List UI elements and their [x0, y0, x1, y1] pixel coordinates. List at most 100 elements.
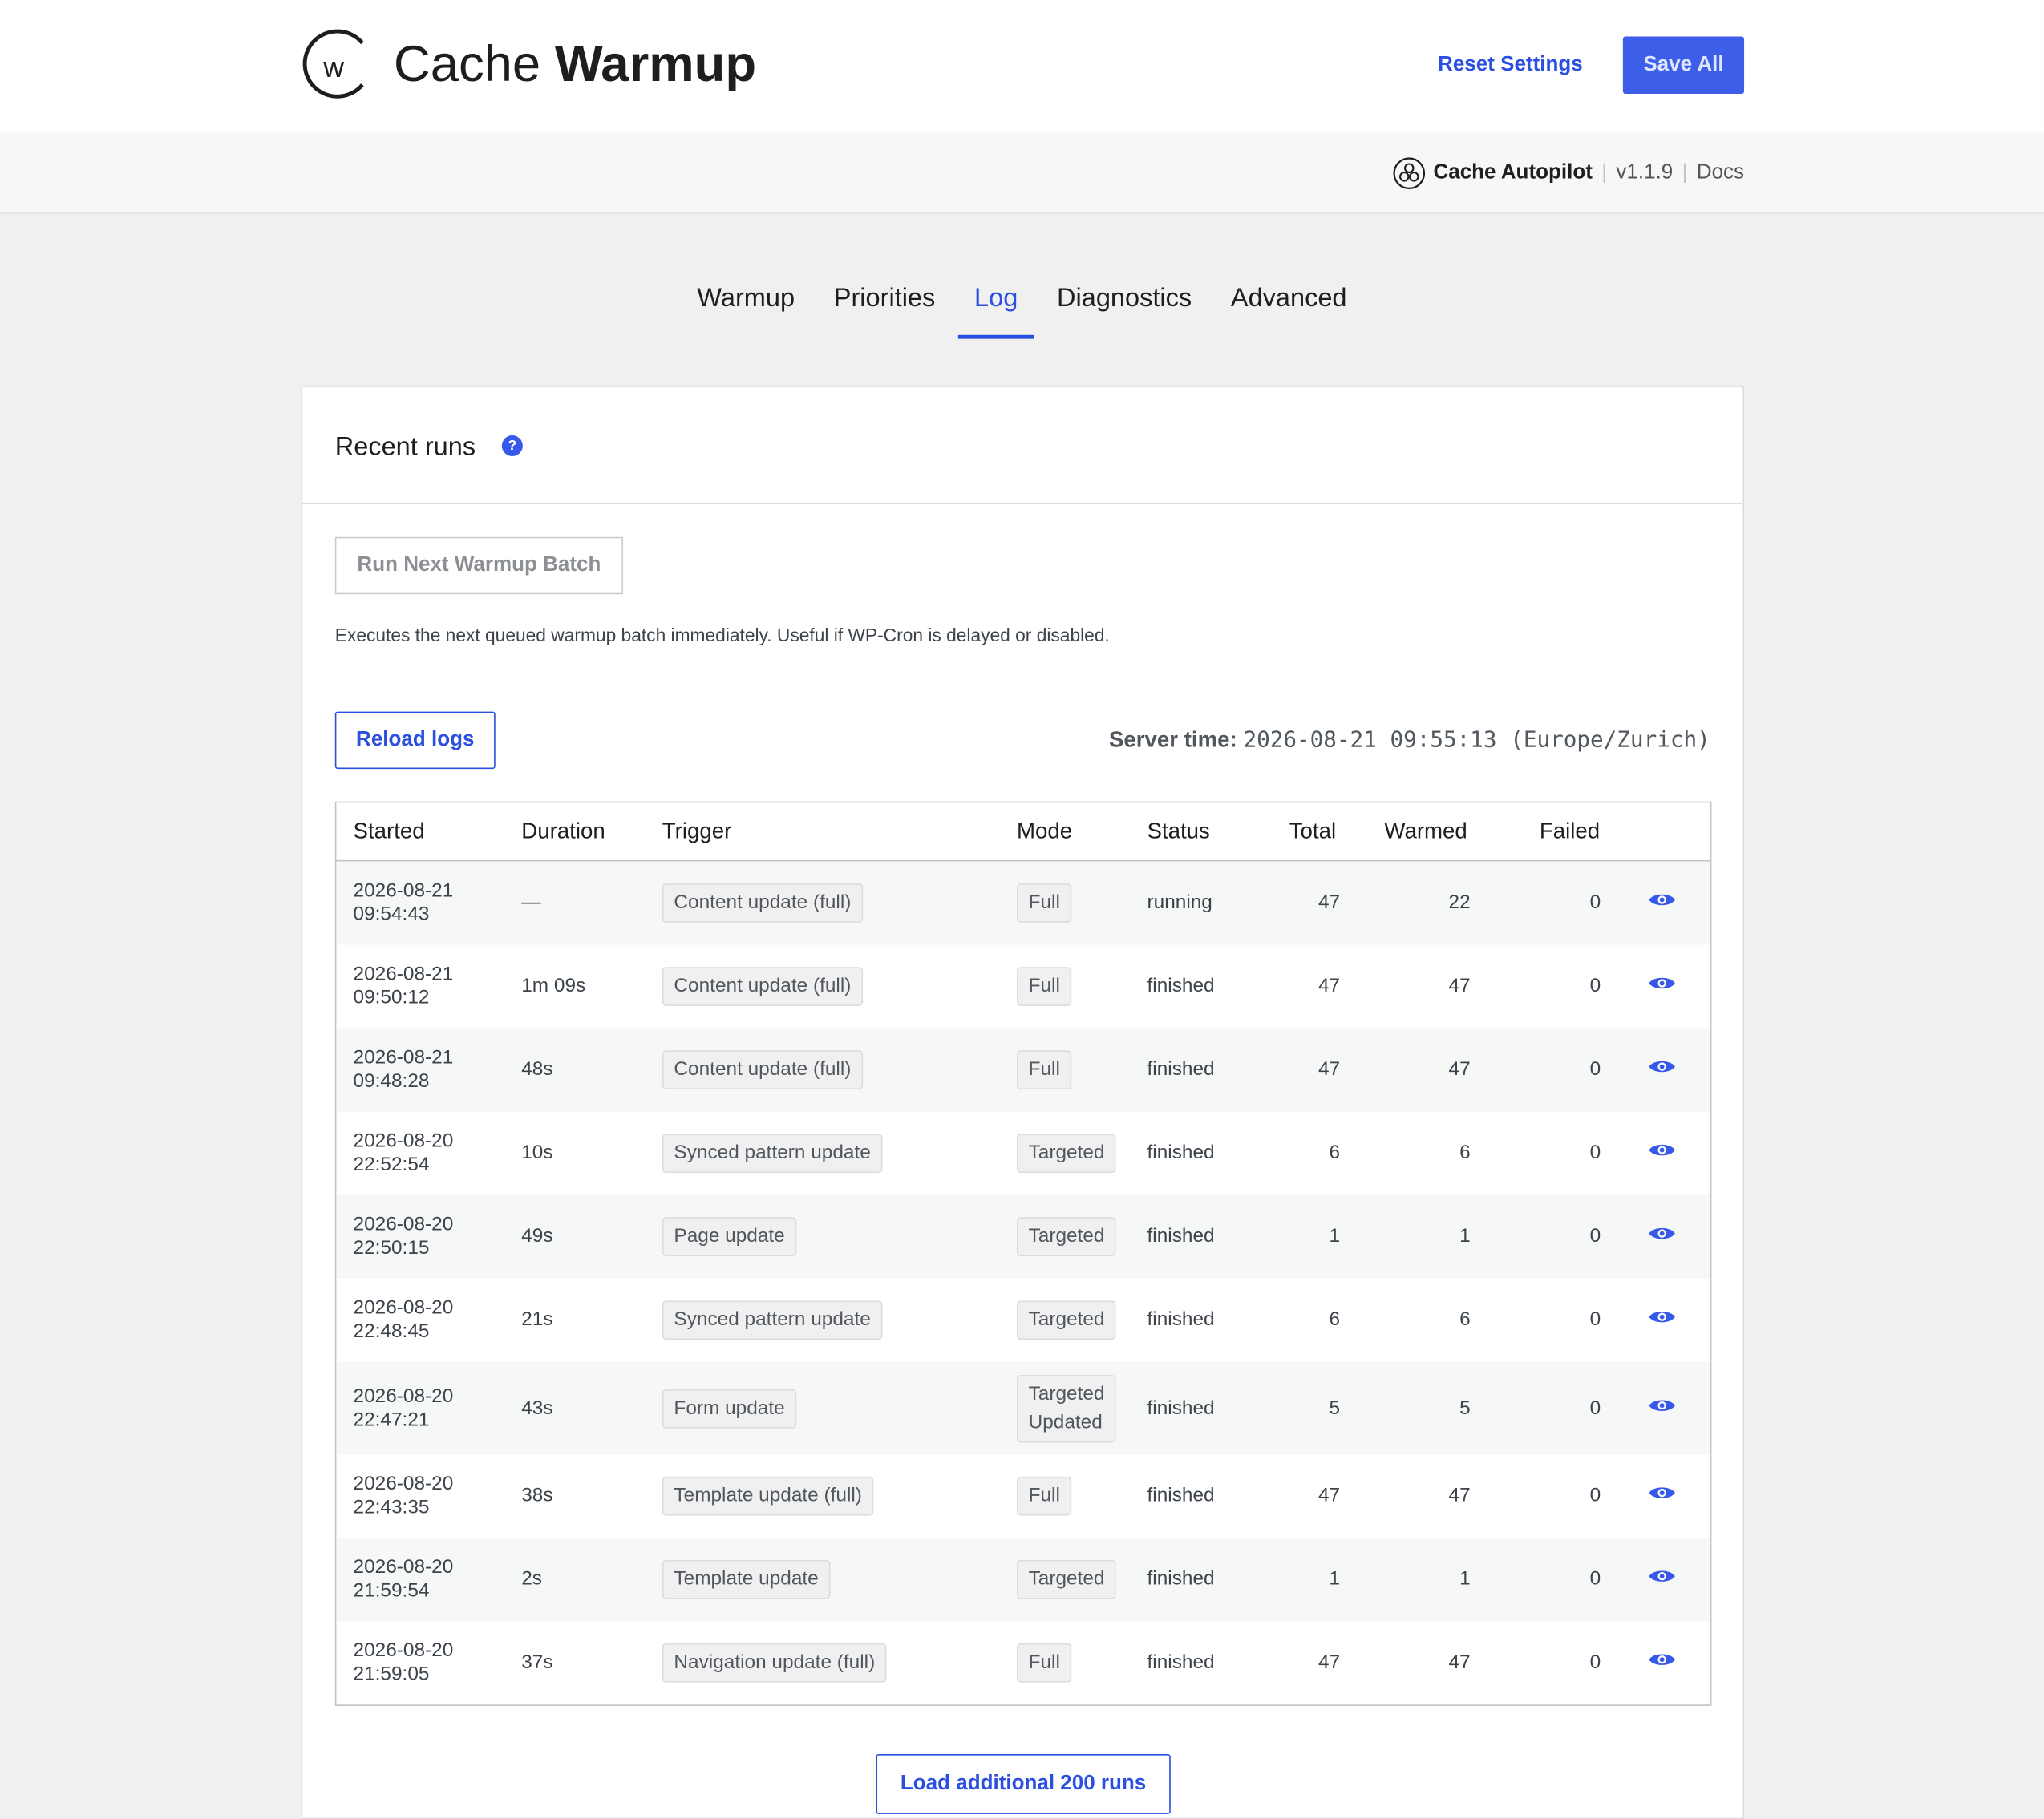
trigger-badge: Navigation update (full) [662, 1643, 887, 1683]
total-cell: 47 [1317, 1651, 1341, 1674]
trigger-cell: Synced pattern update [662, 1134, 883, 1174]
eye-icon[interactable] [1648, 1484, 1677, 1502]
autopilot-name[interactable]: Cache Autopilot [1433, 154, 1592, 193]
table-row: 2026-08-20 22:52:54 10s Synced pattern upda… [336, 1112, 1710, 1195]
duration-cell: 37s [521, 1651, 553, 1674]
tab-log[interactable]: Log [958, 273, 1034, 339]
tab-diagnostics[interactable]: Diagnostics [1042, 273, 1208, 331]
load-more-button[interactable]: Load additional 200 runs [876, 1754, 1171, 1814]
run-next-batch-button[interactable]: Run Next Warmup Batch [334, 536, 624, 595]
started-date: 2026-08-20 [353, 1130, 454, 1153]
table-row: 2026-08-21 09:48:28 48s Content update (ful… [336, 1028, 1710, 1112]
save-all-button[interactable]: Save All [1622, 36, 1745, 95]
mode-badge: Full [1016, 883, 1072, 923]
brand-light: Cache [393, 36, 541, 93]
mode-line1: Targeted [1028, 1381, 1105, 1405]
table-row: 2026-08-20 22:47:21 43s Form update Targeted… [336, 1361, 1710, 1455]
started-date: 2026-08-20 [353, 1213, 454, 1236]
total-cell: 6 [1329, 1308, 1341, 1331]
eye-icon[interactable] [1648, 891, 1677, 909]
tab-priorities[interactable]: Priorities [818, 273, 950, 331]
mode-cell: Full [1016, 967, 1072, 1006]
mode-badge: Full [1016, 967, 1072, 1006]
trigger-cell: Form update [662, 1389, 797, 1428]
eye-icon[interactable] [1648, 1141, 1677, 1159]
view-run-cell[interactable] [1648, 891, 1677, 916]
tab-bar: Warmup Priorities Log Diagnostics Advanc… [0, 273, 2044, 339]
eye-icon[interactable] [1648, 1651, 1677, 1669]
trigger-badge: Content update (full) [662, 1050, 864, 1090]
card-header: Recent runs ? [302, 387, 1743, 505]
reload-logs-button[interactable]: Reload logs [334, 711, 496, 770]
started-cell: 2026-08-20 22:43:35 [354, 1473, 454, 1520]
view-run-cell[interactable] [1648, 1567, 1677, 1592]
mode-cell: Full [1016, 1476, 1072, 1516]
total-cell: 47 [1317, 891, 1341, 914]
duration-cell: — [521, 891, 541, 914]
view-run-cell[interactable] [1648, 1484, 1677, 1509]
view-run-cell[interactable] [1648, 1057, 1677, 1082]
separator: | [1682, 161, 1688, 184]
failed-cell: 0 [1589, 1396, 1601, 1419]
warmed-cell: 22 [1448, 891, 1471, 914]
view-run-cell[interactable] [1648, 1651, 1677, 1676]
view-run-cell[interactable] [1648, 1224, 1677, 1249]
view-run-cell[interactable] [1648, 1396, 1677, 1421]
table-row: 2026-08-20 21:59:05 37s Navigation update (… [336, 1621, 1710, 1704]
warmed-cell: 1 [1459, 1567, 1471, 1591]
failed-cell: 0 [1589, 974, 1601, 997]
eye-icon[interactable] [1648, 1396, 1677, 1414]
tab-warmup[interactable]: Warmup [682, 273, 811, 331]
view-run-cell[interactable] [1648, 1141, 1677, 1166]
total-cell: 6 [1329, 1142, 1341, 1164]
warmed-cell: 47 [1448, 1057, 1471, 1081]
trigger-badge: Template update (full) [662, 1476, 874, 1516]
autopilot-info: Cache Autopilot | v1.1.9 | Docs [1391, 154, 1744, 193]
table-body: 2026-08-21 09:54:43— Content update (full)… [336, 861, 1710, 1705]
status-cell: finished [1147, 1057, 1215, 1081]
started-time: 22:52:54 [353, 1153, 430, 1176]
started-cell: 2026-08-20 21:59:54 [354, 1556, 454, 1603]
trigger-badge: Form update [662, 1389, 797, 1428]
eye-icon[interactable] [1648, 1057, 1677, 1076]
status-cell: finished [1147, 1142, 1215, 1164]
trigger-badge: Template update [662, 1559, 831, 1599]
duration-cell: 1m 09s [521, 974, 586, 997]
failed-cell: 0 [1589, 1142, 1601, 1164]
col-failed: Failed [1539, 818, 1601, 843]
trigger-cell: Navigation update (full) [662, 1643, 887, 1683]
eye-icon[interactable] [1648, 1308, 1677, 1326]
col-total: Total [1289, 818, 1337, 843]
started-date: 2026-08-20 [353, 1472, 454, 1495]
view-run-cell[interactable] [1648, 974, 1677, 999]
mode-cell: Full [1016, 1050, 1072, 1090]
started-time: 22:48:45 [353, 1320, 430, 1343]
started-time: 22:50:15 [353, 1236, 430, 1259]
mode-cell: Full [1016, 1643, 1072, 1683]
started-date: 2026-08-20 [353, 1639, 454, 1662]
eye-icon[interactable] [1648, 1224, 1677, 1243]
table-row: 2026-08-20 22:43:35 38s Template update (fu… [336, 1454, 1710, 1538]
eye-icon[interactable] [1648, 1567, 1677, 1586]
started-date: 2026-08-21 [353, 1046, 454, 1069]
logo-letter: w [322, 51, 344, 83]
started-cell: 2026-08-20 22:48:45 [354, 1296, 454, 1344]
duration-cell: 49s [521, 1225, 553, 1247]
status-cell: finished [1147, 1396, 1215, 1419]
tab-advanced[interactable]: Advanced [1215, 273, 1362, 331]
started-cell: 2026-08-20 22:50:15 [354, 1213, 454, 1260]
recent-runs-card: Recent runs ? Run Next Warmup Batch Exec… [301, 386, 1745, 1819]
started-cell: 2026-08-20 21:59:05 [354, 1639, 454, 1687]
trigger-cell: Page update [662, 1217, 797, 1257]
card-title: Recent runs [334, 432, 476, 462]
started-date: 2026-08-21 [353, 963, 454, 985]
eye-icon[interactable] [1648, 974, 1677, 992]
warmed-cell: 47 [1448, 1651, 1471, 1674]
duration-cell: 2s [521, 1567, 542, 1591]
docs-link[interactable]: Docs [1697, 154, 1744, 193]
autopilot-icon [1392, 157, 1425, 190]
help-icon[interactable]: ? [501, 435, 523, 456]
view-run-cell[interactable] [1648, 1308, 1677, 1332]
reset-settings-link[interactable]: Reset Settings [1438, 52, 1583, 79]
failed-cell: 0 [1589, 1057, 1601, 1081]
